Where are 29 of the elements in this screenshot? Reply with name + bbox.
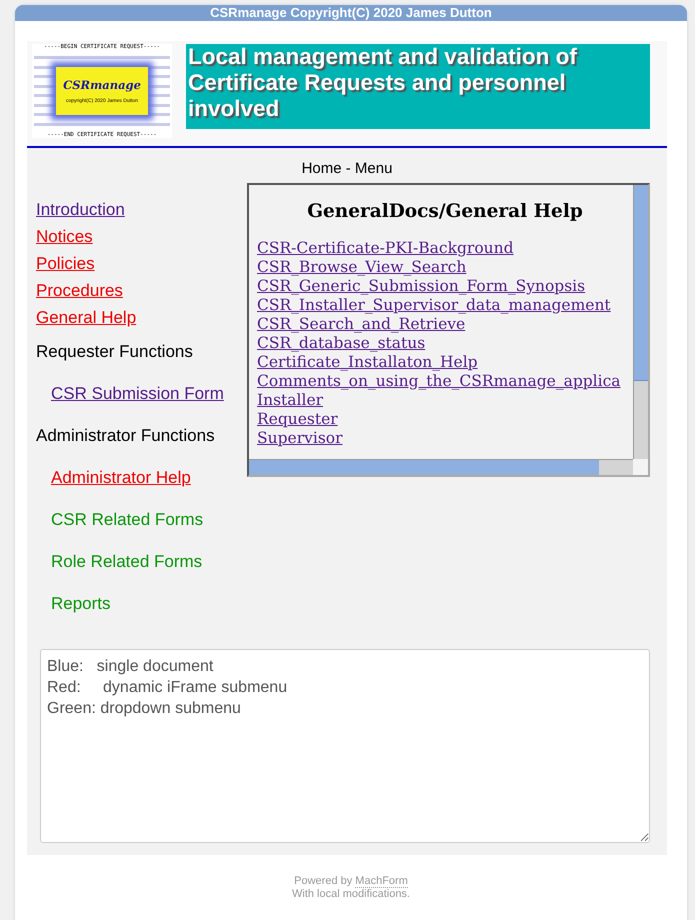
doc-link[interactable]: CSR-Certificate-PKI-Background: [257, 239, 633, 258]
menu-link[interactable]: Procedures: [36, 277, 123, 304]
footer-note: With local modifications.: [291, 888, 411, 901]
menu-link[interactable]: CSR Submission Form: [51, 373, 224, 415]
vertical-scrollbar[interactable]: [633, 185, 648, 459]
doc-link[interactable]: CSR_Browse_View_Search: [257, 258, 633, 277]
breadcrumb: Home - Menu: [300, 160, 394, 177]
menu-link[interactable]: Notices: [36, 223, 93, 250]
menu-link[interactable]: General Help: [36, 304, 136, 331]
doc-link[interactable]: CSR_Generic_Submission_Form_Synopsis: [257, 277, 633, 296]
menu-link[interactable]: Introduction: [36, 196, 125, 223]
menu-heading: Administrator Functions: [36, 425, 216, 447]
menu-heading: Requester Functions: [36, 341, 194, 363]
doc-link[interactable]: Requester: [257, 410, 633, 429]
banner-heading: Local management and validation of Certificate Requests and personnel involved: [186, 44, 650, 129]
horizontal-scrollbar[interactable]: [249, 459, 633, 475]
frame-title: GeneralDocs/General Help: [306, 201, 584, 222]
doc-link[interactable]: CSR_database_status: [257, 334, 633, 353]
footer-text: Powered by MachForm: [293, 875, 409, 888]
doc-link[interactable]: Installer: [257, 391, 633, 410]
doc-link[interactable]: Supervisor: [257, 429, 633, 448]
doc-link[interactable]: Certificate_Installaton_Help: [257, 353, 633, 372]
doc-link[interactable]: CSR_Search_and_Retrieve: [257, 315, 633, 334]
doc-link[interactable]: Comments_on_using_the_CSRmanage_applica: [257, 372, 633, 391]
legend-textarea[interactable]: Blue: single document Red: dynamic iFrame submenu Green: dropdown submenu: [40, 649, 650, 843]
doc-link[interactable]: CSR_Installer_Supervisor_data_management: [257, 296, 633, 315]
window-title: CSRmanage Copyright(C) 2020 James Dutton: [15, 5, 687, 21]
menu-link[interactable]: Policies: [36, 250, 95, 277]
menu-link[interactable]: Administrator Help: [51, 457, 191, 499]
